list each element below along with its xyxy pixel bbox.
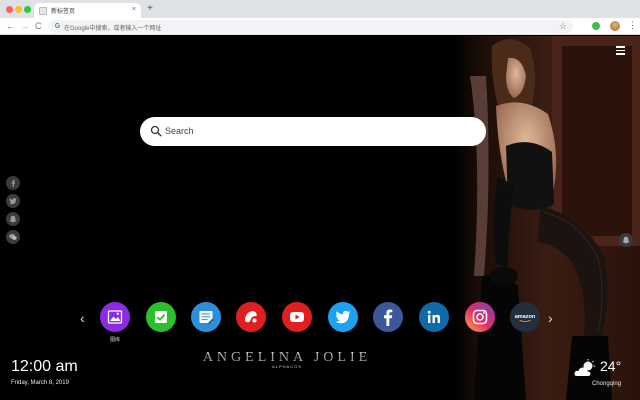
linkedin-app-icon[interactable] [419,302,449,332]
partly-cloudy-icon [574,359,595,376]
browser-toolbar: ← → C G 在Google中搜索，或者输入一个网址 ☆ [0,18,640,35]
search-placeholder: Search [165,126,194,136]
gallery-app-label: 图库 [109,337,120,343]
brand-logo: ANGELINA JOLIE ALPHACOS [203,350,371,369]
window-close-button[interactable] [6,6,13,13]
profile-avatar[interactable] [610,21,620,31]
back-button[interactable]: ← [6,20,15,32]
brand-title: ANGELINA JOLIE [203,350,371,365]
clock-time: 12:00 am [11,358,78,375]
weather-city: Chongqing [592,381,622,387]
background-photo [452,36,640,400]
google-icon: G [54,23,61,30]
amazon-label: amazon [515,314,536,320]
tab-title: 新标签页 [51,9,76,15]
window-minimize-button[interactable] [15,6,22,13]
clock-date: Friday, March 8, 2019 [11,380,69,386]
page-icon [39,7,47,15]
facebook-icon[interactable] [6,176,20,190]
search-icon [150,125,162,137]
browser-menu-icon[interactable]: ⋮ [628,19,637,31]
extension-icon[interactable] [592,22,600,30]
game-app-icon[interactable] [236,302,266,332]
weather-temperature: 24° [600,358,622,374]
address-placeholder: 在Google中搜索，或者输入一个网址 [64,26,162,32]
gallery-app-icon[interactable] [100,302,130,332]
twitter-app-icon[interactable] [328,302,358,332]
tab-new-tab[interactable]: 新标签页 × [34,3,141,18]
wechat-icon[interactable] [6,230,20,244]
tab-strip: 新标签页 × + [0,0,640,18]
dock-prev-button[interactable]: ‹ [80,310,85,326]
youtube-app-icon[interactable] [282,302,312,332]
snapchat-icon[interactable] [619,233,633,247]
window-maximize-button[interactable] [24,6,31,13]
twitter-icon[interactable] [6,194,20,208]
search-input[interactable]: Search [140,117,486,146]
brand-subtitle: ALPHACOS [272,364,302,369]
instagram-app-icon[interactable] [465,302,495,332]
notes-app-icon[interactable] [191,302,221,332]
amazon-app-icon[interactable]: amazon [510,302,540,332]
menu-icon[interactable] [616,46,625,55]
tasks-app-icon[interactable] [146,302,176,332]
address-bar[interactable]: G 在Google中搜索，或者输入一个网址 ☆ [48,20,573,33]
snapchat-icon[interactable] [6,212,20,226]
new-tab-page: Search ‹ amazon › 图库 ANGELINA JOLIE ALPH… [0,36,640,400]
close-tab-icon[interactable]: × [132,6,136,14]
dock-next-button[interactable]: › [548,310,553,326]
new-tab-button[interactable]: + [147,4,153,14]
reload-button[interactable]: C [35,20,42,32]
bookmark-star-icon[interactable]: ☆ [559,21,567,32]
facebook-app-icon[interactable] [373,302,403,332]
forward-button[interactable]: → [20,20,29,32]
